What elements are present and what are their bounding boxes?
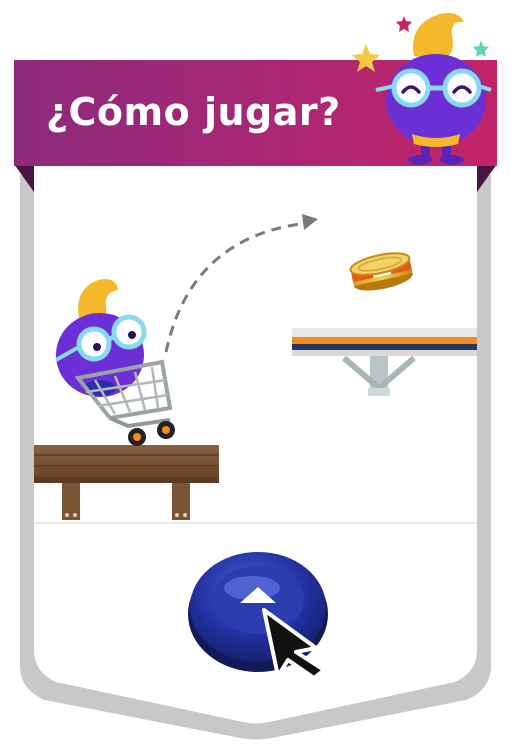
how-to-play-card: ¿Cómo jugar? <box>0 0 511 751</box>
star-icon <box>473 40 489 57</box>
star-icon <box>396 16 412 32</box>
jump-button[interactable] <box>188 552 328 672</box>
page-title: ¿Cómo jugar? <box>46 90 341 134</box>
